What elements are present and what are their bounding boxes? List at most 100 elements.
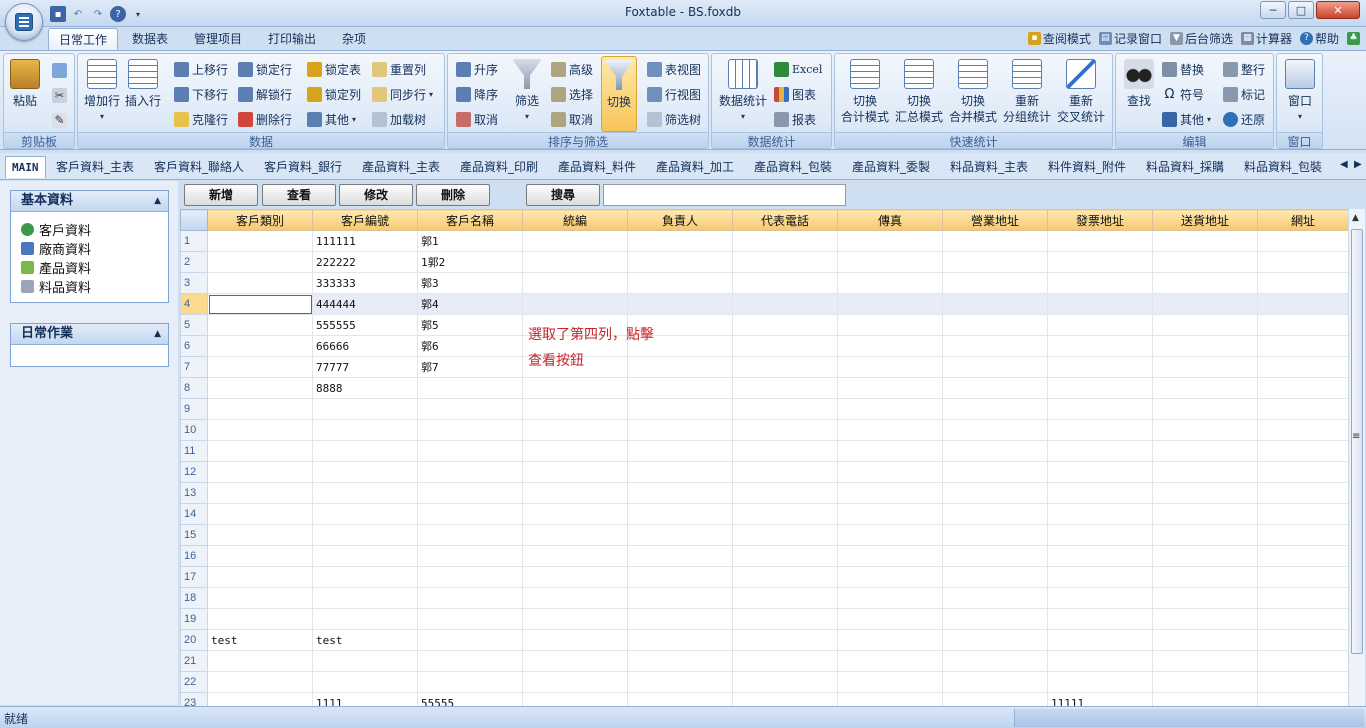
replace-button[interactable]: 替换 — [1162, 59, 1204, 79]
grid-cell[interactable] — [1047, 335, 1153, 357]
grid-cell[interactable] — [837, 398, 943, 420]
grid-cell[interactable] — [1257, 587, 1348, 609]
select-filter-button[interactable]: 选择 — [551, 84, 593, 104]
grid-cell[interactable] — [1152, 524, 1258, 546]
record-window-link[interactable]: ▤ 记录窗口 — [1098, 30, 1162, 47]
grid-cell[interactable] — [837, 671, 943, 693]
grid-cell[interactable] — [837, 335, 943, 357]
grid-cell[interactable] — [522, 377, 628, 399]
grid-cell[interactable]: test — [207, 629, 313, 651]
grid-cell[interactable] — [732, 545, 838, 567]
column-header[interactable]: 負責人 — [627, 209, 733, 231]
row-number[interactable]: 14 — [180, 503, 208, 525]
grid-cell[interactable] — [207, 314, 313, 336]
table-row[interactable]: 5 555555 郭5 — [180, 314, 1348, 336]
row-number[interactable]: 18 — [180, 587, 208, 609]
grid-cell[interactable] — [1047, 419, 1153, 441]
panel-header-basic-data[interactable]: 基本資料 ▲ — [11, 191, 168, 212]
table-row[interactable]: 8 8888 — [180, 377, 1348, 399]
grid-cell[interactable] — [1152, 671, 1258, 693]
tab-scroll-left-icon[interactable]: ◀ — [1340, 159, 1348, 170]
grid-cell[interactable] — [627, 377, 733, 399]
edit-button[interactable]: 修改 — [339, 184, 413, 206]
row-number[interactable]: 21 — [180, 650, 208, 672]
switch-total-mode-button[interactable]: 切换 合计模式 — [839, 59, 891, 125]
grid-cell[interactable] — [1152, 566, 1258, 588]
tab-data-table[interactable]: 数据表 — [122, 28, 178, 51]
table-row[interactable]: 12 — [180, 461, 1348, 483]
grid-cell[interactable] — [1047, 671, 1153, 693]
grid-cell[interactable] — [732, 251, 838, 273]
grid-cell[interactable] — [522, 482, 628, 504]
column-header[interactable]: 代表電話 — [732, 209, 838, 231]
grid-cell[interactable] — [837, 692, 943, 706]
grid-cell[interactable] — [417, 629, 523, 651]
grid-cell[interactable] — [1257, 230, 1348, 252]
grid-cell[interactable] — [312, 671, 418, 693]
grid-cell[interactable] — [732, 482, 838, 504]
grid-cell[interactable] — [627, 293, 733, 315]
grid-cell[interactable] — [312, 566, 418, 588]
grid-cell[interactable] — [732, 629, 838, 651]
grid-cell[interactable] — [732, 692, 838, 706]
grid-cell[interactable] — [732, 272, 838, 294]
grid-cell[interactable]: 1郭2 — [417, 251, 523, 273]
grid-cell[interactable] — [1047, 545, 1153, 567]
grid-cell[interactable] — [1047, 587, 1153, 609]
scroll-up-icon[interactable]: ▲ — [1352, 213, 1359, 223]
grid-cell[interactable] — [732, 587, 838, 609]
grid-cell[interactable]: 郭7 — [417, 356, 523, 378]
tab-manage-project[interactable]: 管理项目 — [184, 28, 252, 51]
grid-cell[interactable] — [837, 629, 943, 651]
grid-cell[interactable] — [207, 230, 313, 252]
vertical-scrollbar[interactable]: ▲ ≡ — [1348, 209, 1365, 706]
grid-cell[interactable] — [207, 671, 313, 693]
table-row[interactable]: 22 — [180, 671, 1348, 693]
grid-cell[interactable] — [417, 524, 523, 546]
grid-cell[interactable] — [207, 335, 313, 357]
view-mode-link[interactable]: ▪ 查阅模式 — [1027, 30, 1091, 47]
row-number[interactable]: 19 — [180, 608, 208, 630]
grid-cell[interactable] — [942, 377, 1048, 399]
grid-cell[interactable] — [837, 524, 943, 546]
grid-cell[interactable] — [627, 272, 733, 294]
grid-cell[interactable] — [732, 419, 838, 441]
grid-cell[interactable] — [522, 461, 628, 483]
grid-cell[interactable] — [1257, 608, 1348, 630]
find-button[interactable]: 查找 — [1122, 59, 1156, 109]
clone-row-button[interactable]: 克隆行 — [174, 109, 228, 129]
grid-cell[interactable] — [627, 461, 733, 483]
grid-cell[interactable] — [312, 524, 418, 546]
symbol-button[interactable]: Ω 符号 — [1162, 84, 1204, 104]
grid-cell[interactable]: 555555 — [312, 314, 418, 336]
column-header[interactable]: 發票地址 — [1047, 209, 1153, 231]
grid-cell[interactable] — [1152, 377, 1258, 399]
grid-cell[interactable] — [522, 587, 628, 609]
row-number[interactable]: 7 — [180, 356, 208, 378]
grid-cell[interactable] — [522, 671, 628, 693]
grid-cell[interactable] — [1257, 440, 1348, 462]
grid-cell[interactable] — [207, 272, 313, 294]
grid-cell[interactable] — [942, 461, 1048, 483]
row-number[interactable]: 11 — [180, 440, 208, 462]
tab-misc[interactable]: 杂项 — [332, 28, 376, 51]
grid-cell[interactable] — [837, 461, 943, 483]
grid-cell[interactable] — [1047, 398, 1153, 420]
grid-cell[interactable] — [1047, 356, 1153, 378]
grid-cell[interactable] — [207, 482, 313, 504]
row-number[interactable]: 2 — [180, 251, 208, 273]
search-input[interactable] — [603, 184, 846, 206]
grid-cell[interactable] — [627, 566, 733, 588]
table-row[interactable]: 14 — [180, 503, 1348, 525]
grid-cell[interactable] — [1152, 503, 1258, 525]
grid-cell[interactable] — [837, 503, 943, 525]
grid-cell[interactable]: 郭6 — [417, 335, 523, 357]
grid-cell[interactable] — [417, 398, 523, 420]
grid-cell[interactable] — [837, 314, 943, 336]
grid-cell[interactable] — [942, 671, 1048, 693]
grid-cell[interactable] — [1257, 293, 1348, 315]
grid-cell[interactable] — [207, 356, 313, 378]
arrange-button[interactable]: 整行 — [1223, 59, 1265, 79]
grid-cell[interactable] — [207, 503, 313, 525]
grid-cell[interactable] — [1152, 692, 1258, 706]
